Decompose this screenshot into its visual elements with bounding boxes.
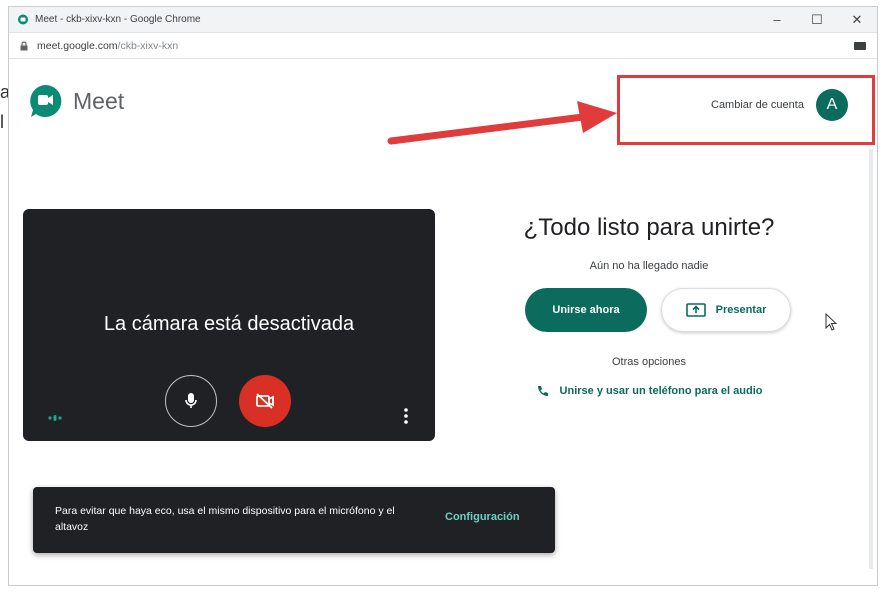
other-options-label: Otras opciones	[612, 356, 686, 368]
camera-toggle-button[interactable]	[239, 375, 291, 427]
clipped-text-a: a	[0, 82, 11, 102]
phone-icon	[537, 386, 548, 396]
annotation-arrow	[387, 101, 617, 145]
meet-logo-icon	[30, 84, 62, 117]
cast-icon[interactable]	[853, 41, 867, 51]
clipped-text-l: l	[0, 112, 4, 132]
window-title: Meet - ckb-xixv-kxn - Google Chrome	[35, 14, 201, 25]
toast-message: Para evitar que haya eco, usa el mismo d…	[55, 505, 395, 533]
present-screen-icon	[685, 303, 706, 317]
title-bar: Meet - ckb-xixv-kxn - Google Chrome – ☐ …	[9, 7, 877, 33]
browser-window: Meet - ckb-xixv-kxn - Google Chrome – ☐ …	[8, 6, 878, 586]
account-area: Cambiar de cuenta A	[711, 89, 848, 121]
mouse-cursor-icon	[825, 313, 838, 331]
ready-heading: ¿Todo listo para unirte?	[523, 214, 775, 241]
meet-brand-name: Meet	[73, 87, 125, 114]
camera-off-message: La cámara está desactivada	[103, 313, 355, 335]
present-button-label: Presentar	[715, 304, 767, 316]
camera-off-icon	[256, 393, 274, 409]
join-by-phone-link[interactable]: Unirse y usar un teléfono para el audio	[499, 384, 799, 398]
more-options-icon[interactable]	[403, 407, 409, 425]
scrollbar[interactable]	[869, 149, 873, 569]
join-by-phone-label: Unirse y usar un teléfono para el audio	[559, 385, 763, 397]
avatar[interactable]: A	[815, 89, 848, 121]
url-host: meet.google.com	[37, 39, 118, 52]
settings-link[interactable]: Configuración	[445, 511, 520, 523]
address-bar[interactable]: meet.google.com/ckb-xixv-kxn	[9, 33, 877, 59]
minimize-button[interactable]: –	[757, 7, 797, 33]
join-buttons: Unirse ahora Presentar	[499, 288, 799, 332]
meet-brand[interactable]: Meet	[27, 83, 124, 119]
screenshot-stage: a l Meet - ckb-xixv-kxn - Google Chrome …	[0, 0, 884, 595]
join-now-button[interactable]: Unirse ahora	[525, 288, 647, 332]
microphone-button[interactable]	[165, 375, 217, 427]
url-path: /ckb-xixv-kxn	[117, 39, 179, 52]
present-button[interactable]: Presentar	[661, 288, 791, 332]
meeting-status: Aún no ha llegado nadie	[589, 260, 709, 272]
close-button[interactable]: ✕	[837, 7, 877, 33]
lock-icon	[20, 40, 28, 50]
url-text[interactable]: meet.google.com/ckb-xixv-kxn	[37, 40, 853, 52]
maximize-button[interactable]: ☐	[797, 7, 837, 33]
meet-favicon-icon	[18, 14, 28, 24]
join-panel: ¿Todo listo para unirte? Aún no ha llega…	[499, 214, 799, 398]
switch-account-link[interactable]: Cambiar de cuenta	[711, 99, 804, 111]
video-preview: La cámara está desactivada	[23, 209, 435, 441]
audio-level-icon	[48, 415, 62, 421]
meet-page: Meet Cambiar de cuenta A La cámara está …	[9, 59, 877, 585]
microphone-icon	[185, 393, 197, 408]
echo-warning-toast: Para evitar que haya eco, usa el mismo d…	[33, 487, 555, 553]
